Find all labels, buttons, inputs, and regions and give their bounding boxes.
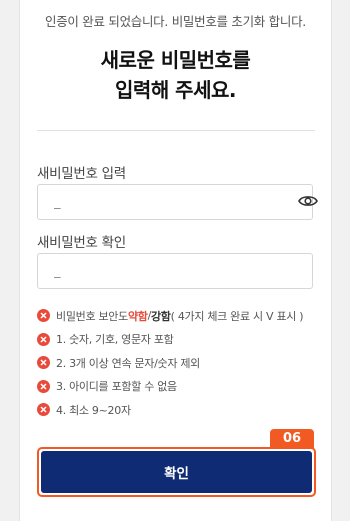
strength-rule: 비밀번호 보안도 약함 / 강함 ( 4가지 체크 완료 시 V 표시 ) (37, 304, 304, 328)
new-password-label: 새비밀번호 입력 (37, 166, 126, 182)
strength-weak: 약함 (127, 309, 148, 323)
x-circle-icon (37, 332, 50, 346)
eye-icon[interactable] (297, 190, 319, 212)
confirm-button[interactable]: 확인 (41, 451, 312, 493)
title-suffix: 를 (232, 48, 251, 72)
confirm-button-highlight: 확인 (37, 447, 316, 497)
confirm-password-label: 새비밀번호 확인 (37, 235, 126, 251)
new-password-input[interactable] (37, 184, 313, 220)
password-rules-list: 비밀번호 보안도 약함 / 강함 ( 4가지 체크 완료 시 V 표시 ) 1.… (37, 304, 304, 422)
x-circle-icon (37, 403, 50, 417)
strength-prefix: 비밀번호 보안도 (56, 309, 128, 323)
rule-item: 2. 3개 이상 연속 문자/숫자 제외 (37, 351, 303, 375)
rule-text: 1. 숫자, 기호, 영문자 포함 (56, 333, 174, 347)
title-bold: 새로운 비밀번호 (100, 48, 233, 72)
divider (37, 130, 315, 131)
x-circle-icon (37, 309, 50, 323)
rule-text: 3. 아이디를 포함할 수 없음 (56, 380, 177, 394)
verification-notice: 인증이 완료 되었습니다. 비밀번호를 초기화 합니다. (45, 14, 306, 29)
page-title: 새로운 비밀번호를 입력해 주세요. (20, 45, 331, 105)
step-badge: 06 (270, 429, 314, 449)
x-circle-icon (37, 356, 50, 370)
rule-item: 3. 아이디를 포함할 수 없음 (37, 375, 303, 399)
confirm-password-input[interactable] (37, 253, 313, 289)
rule-item: 4. 최소 9~20자 (37, 398, 303, 422)
reset-password-card: 인증이 완료 되었습니다. 비밀번호를 초기화 합니다. 새로운 비밀번호를 입… (19, 0, 332, 521)
strength-suffix: ( 4가지 체크 완료 시 V 표시 ) (170, 309, 304, 323)
rule-text: 2. 3개 이상 연속 문자/숫자 제외 (56, 356, 201, 370)
rule-text: 4. 최소 9~20자 (56, 403, 131, 417)
strength-strong: 강함 (150, 309, 171, 323)
title-line2: 입력해 주세요. (115, 78, 236, 102)
x-circle-icon (37, 379, 50, 393)
rule-item: 1. 숫자, 기호, 영문자 포함 (37, 328, 303, 352)
